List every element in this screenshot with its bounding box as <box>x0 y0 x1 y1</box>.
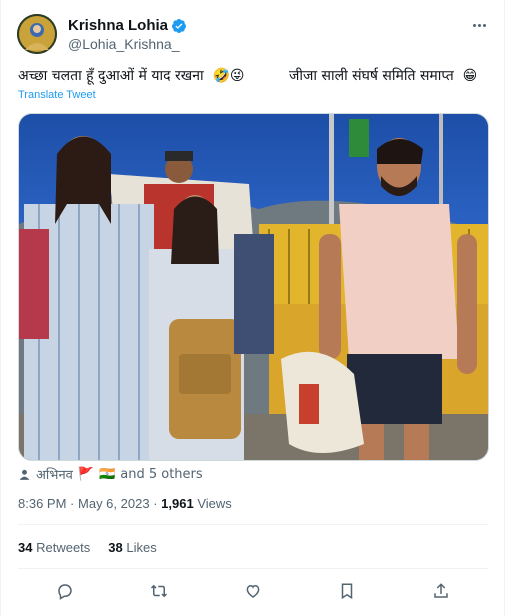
meta-separator: · <box>70 496 75 511</box>
tweet-photo[interactable] <box>18 113 489 461</box>
tagged-others-label[interactable]: and 5 others <box>120 467 202 482</box>
likes-count: 38 <box>108 540 123 555</box>
person-tag-icon <box>19 469 30 480</box>
action-bar <box>18 577 488 605</box>
reply-icon <box>58 584 72 600</box>
flag-emoji-1: 🚩 <box>77 466 95 482</box>
tweet-date[interactable]: May 6, 2023 <box>78 496 150 511</box>
author-name-row[interactable]: Krishna Lohia <box>68 17 187 34</box>
retweet-button[interactable] <box>145 577 173 605</box>
likes-stat[interactable]: 38 Likes <box>108 540 156 555</box>
divider <box>18 524 488 525</box>
tweet-stats: 34 Retweets 38 Likes <box>18 540 157 555</box>
retweets-label: Retweets <box>36 540 91 555</box>
likes-label: Likes <box>126 540 157 555</box>
tagged-people[interactable]: अभिनव 🚩 🇮🇳 and 5 others <box>18 465 203 483</box>
translate-tweet-link[interactable]: Translate Tweet <box>18 89 96 101</box>
retweets-stat[interactable]: 34 Retweets <box>18 540 90 555</box>
verified-badge-icon <box>171 18 187 34</box>
share-button[interactable] <box>427 577 455 605</box>
avatar[interactable] <box>17 14 57 54</box>
views-count: 1,961 <box>161 496 194 511</box>
views-label: Views <box>197 496 232 511</box>
tweet-card: Krishna Lohia @Lohia_Krishna_ अच्छा चलता… <box>0 0 505 616</box>
flag-emoji-2: 🇮🇳 <box>99 466 116 482</box>
meta-separator-2: · <box>153 496 158 511</box>
divider <box>18 568 488 569</box>
retweets-count: 34 <box>18 540 33 555</box>
heart-icon <box>246 584 260 598</box>
tagged-first-person[interactable]: अभिनव <box>36 465 73 483</box>
share-icon <box>434 583 448 598</box>
author-handle[interactable]: @Lohia_Krishna_ <box>68 36 180 52</box>
tweet-text: अच्छा चलता हूँ दुआओं में याद रखना 🤣😜 जीज… <box>18 68 478 84</box>
retweet-icon <box>150 584 168 598</box>
author-display-name[interactable]: Krishna Lohia <box>68 17 168 34</box>
tweet-meta: 8:36 PM · May 6, 2023 · 1,961 Views <box>18 496 232 511</box>
bookmark-icon <box>341 583 353 600</box>
like-button[interactable] <box>239 577 267 605</box>
tweet-time[interactable]: 8:36 PM <box>18 496 66 511</box>
more-options-icon[interactable] <box>468 16 490 34</box>
bookmark-button[interactable] <box>333 577 361 605</box>
reply-button[interactable] <box>51 577 79 605</box>
